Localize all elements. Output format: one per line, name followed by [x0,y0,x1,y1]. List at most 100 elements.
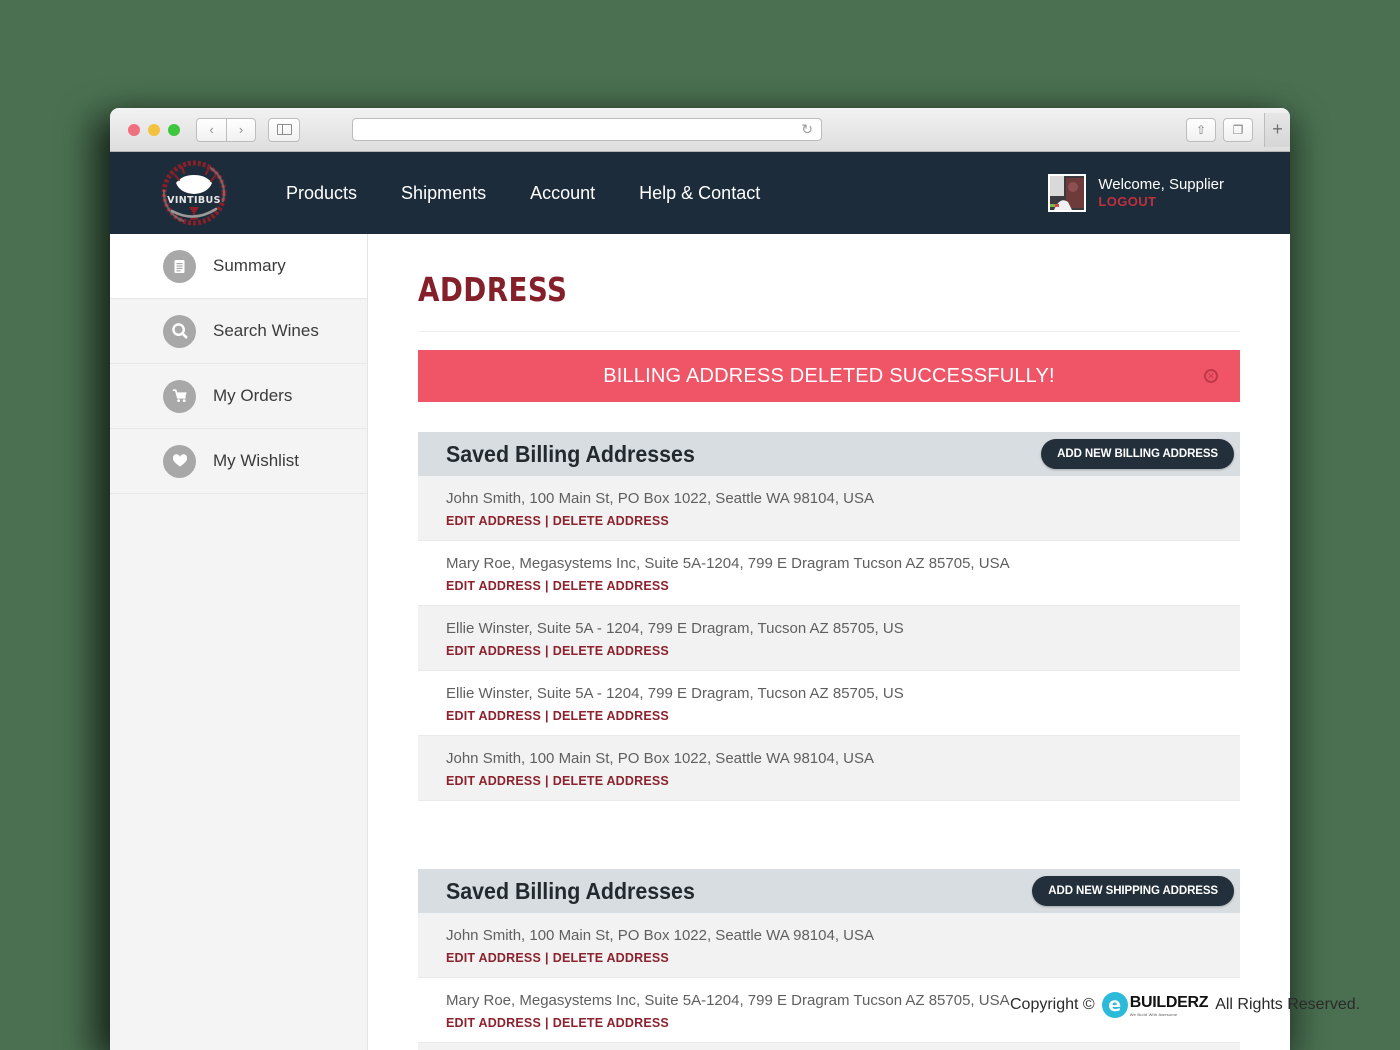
minimize-window-button[interactable] [148,123,160,136]
panel-header: Saved Billing Addresses ADD NEW BILLING … [418,432,1240,476]
share-icon[interactable]: ⇧ [1186,117,1216,142]
nav-link-shipments[interactable]: Shipments [379,183,508,204]
heart-icon [163,444,196,478]
user-area: Welcome, Supplier LOGOUT [1048,174,1224,212]
avatar-image [1050,176,1085,210]
delete-address-link[interactable]: DELETE ADDRESS [553,644,669,658]
action-separator: | [545,644,549,658]
sidebar-item-summary[interactable]: Summary [110,234,367,299]
navigation-buttons: ‹ › [196,117,256,142]
nav-link-help-contact[interactable]: Help & Contact [617,183,782,204]
title-divider [418,331,1240,332]
forward-button[interactable]: › [226,117,256,142]
address-row: Ellie Winster, Suite 5A - 1204, 799 E Dr… [418,671,1240,736]
address-actions: EDIT ADDRESS | DELETE ADDRESS [446,774,1212,788]
main-nav-links: Products Shipments Account Help & Contac… [264,183,782,204]
address-row: Mary Roe, Megasystems Inc, Suite 5A-1204… [418,978,1240,1043]
page-title: ADDRESS [418,270,568,309]
address-text: John Smith, 100 Main St, PO Box 1022, Se… [446,490,875,507]
edit-address-link[interactable]: EDIT ADDRESS [446,1016,541,1030]
welcome-label: Welcome, Supplier [1098,175,1224,193]
add-new-shipping-address-button[interactable]: ADD NEW SHIPPING ADDRESS [1032,876,1234,906]
sidebar-filler [110,494,367,1050]
address-bar[interactable]: ↻ [352,118,822,141]
action-separator: | [545,579,549,593]
address-text: Ellie Winster, Suite 5A - 1204, 799 E Dr… [446,685,904,702]
address-text: Mary Roe, Megasystems Inc, Suite 5A-1204… [446,555,1010,572]
main-content: ADDRESS BILLING ADDRESS DELETED SUCCESSF… [368,234,1290,1050]
panel-title: Saved Billing Addresses [446,877,695,904]
site-navbar: VINTIBUS Products Shipments Account Help… [110,152,1290,234]
address-text: Ellie Winster, Suite 5A - 1204, 799 E Dr… [446,620,904,637]
address-actions: EDIT ADDRESS | DELETE ADDRESS [446,709,1212,723]
sidebar-toggle-button[interactable] [268,117,300,142]
action-separator: | [545,1016,549,1030]
tabs-overview-icon[interactable]: ❐ [1223,117,1253,142]
sidebar-item-label: Search Wines [213,321,319,340]
sidebar-item-search-wines[interactable]: Search Wines [110,299,367,364]
address-actions: EDIT ADDRESS | DELETE ADDRESS [446,644,1212,658]
edit-address-link[interactable]: EDIT ADDRESS [446,951,541,965]
status-banner-message: BILLING ADDRESS DELETED SUCCESSFULLY! [603,364,1055,387]
address-text: John Smith, 100 Main St, PO Box 1022, Se… [446,927,875,944]
sidebar-item-label: Summary [213,256,286,275]
delete-address-link[interactable]: DELETE ADDRESS [553,1016,669,1030]
action-separator: | [545,709,549,723]
nav-link-account[interactable]: Account [508,183,617,204]
logout-link[interactable]: LOGOUT [1098,194,1224,210]
delete-address-link[interactable]: DELETE ADDRESS [553,951,669,965]
search-icon [163,314,196,348]
address-row: Ellie Winster, Suite 5A - 1204, 799 E Dr… [418,606,1240,671]
delete-address-link[interactable]: DELETE ADDRESS [553,709,669,723]
shipping-addresses-panel: Saved Billing Addresses ADD NEW SHIPPING… [418,869,1240,1050]
reload-icon[interactable]: ↻ [801,121,813,138]
edit-address-link[interactable]: EDIT ADDRESS [446,774,541,788]
cart-icon [163,379,196,413]
sidebar-item-my-orders[interactable]: My Orders [110,364,367,429]
address-row: Ellie Winster, Suite 5A - 1204, 799 E Dr… [418,1043,1240,1050]
edit-address-link[interactable]: EDIT ADDRESS [446,579,541,593]
vintibus-logo[interactable]: VINTIBUS [160,159,228,227]
svg-text:VINTIBUS: VINTIBUS [167,195,221,206]
close-window-button[interactable] [128,123,140,136]
action-separator: | [545,514,549,528]
billing-addresses-panel: Saved Billing Addresses ADD NEW BILLING … [418,432,1240,801]
edit-address-link[interactable]: EDIT ADDRESS [446,644,541,658]
new-tab-button[interactable]: + [1264,112,1290,147]
sidebar-item-label: My Wishlist [213,451,299,470]
address-actions: EDIT ADDRESS | DELETE ADDRESS [446,514,1212,528]
sidebar: Summary Search Wines My Orders My Wishli… [110,234,368,1050]
address-row: John Smith, 100 Main St, PO Box 1022, Se… [418,476,1240,541]
address-row: Mary Roe, Megasystems Inc, Suite 5A-1204… [418,541,1240,606]
back-button[interactable]: ‹ [196,117,226,142]
edit-address-link[interactable]: EDIT ADDRESS [446,514,541,528]
page-body: Summary Search Wines My Orders My Wishli… [110,234,1290,1050]
maximize-window-button[interactable] [168,123,180,136]
address-row: John Smith, 100 Main St, PO Box 1022, Se… [418,736,1240,801]
logo-icon: VINTIBUS [161,160,227,226]
nav-link-products[interactable]: Products [264,183,379,204]
address-text: John Smith, 100 Main St, PO Box 1022, Se… [446,750,875,767]
delete-address-link[interactable]: DELETE ADDRESS [553,579,669,593]
address-text: Mary Roe, Megasystems Inc, Suite 5A-1204… [446,992,1010,1009]
address-actions: EDIT ADDRESS | DELETE ADDRESS [446,579,1212,593]
close-icon[interactable]: ✕ [1204,369,1218,383]
toolbar-right-group: ⇧ ❐ + [1186,112,1290,147]
user-text: Welcome, Supplier LOGOUT [1098,176,1224,211]
delete-address-link[interactable]: DELETE ADDRESS [553,774,669,788]
panel-header: Saved Billing Addresses ADD NEW SHIPPING… [418,869,1240,913]
browser-window: ‹ › ↻ ⇧ ❐ + VINTIBUS Products Shipments … [110,108,1290,1050]
add-new-billing-address-button[interactable]: ADD NEW BILLING ADDRESS [1041,439,1234,469]
action-separator: | [545,774,549,788]
avatar[interactable] [1048,174,1087,212]
sidebar-item-my-wishlist[interactable]: My Wishlist [110,429,367,494]
sidebar-item-label: My Orders [213,386,293,405]
delete-address-link[interactable]: DELETE ADDRESS [553,514,669,528]
edit-address-link[interactable]: EDIT ADDRESS [446,709,541,723]
status-banner: BILLING ADDRESS DELETED SUCCESSFULLY! ✕ [418,350,1240,402]
panel-title: Saved Billing Addresses [446,440,695,467]
address-actions: EDIT ADDRESS | DELETE ADDRESS [446,951,1212,965]
action-separator: | [545,951,549,965]
address-actions: EDIT ADDRESS | DELETE ADDRESS [446,1016,1212,1030]
